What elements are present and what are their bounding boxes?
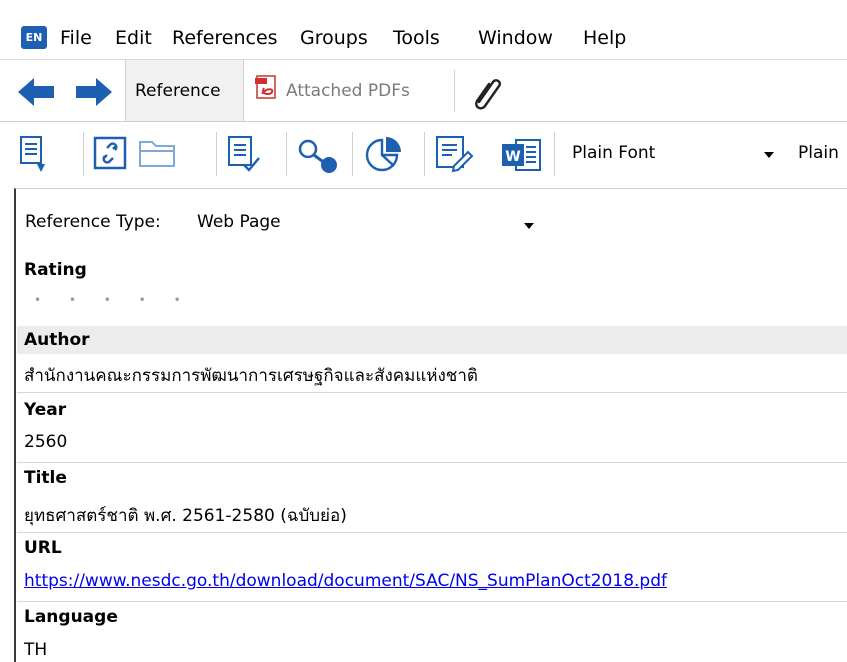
toolbar-separator bbox=[286, 132, 287, 176]
toolbar-separator bbox=[554, 132, 555, 176]
field-divider bbox=[17, 532, 847, 533]
language-field[interactable]: TH bbox=[24, 640, 47, 660]
field-divider bbox=[17, 462, 847, 463]
font-size-dropdown[interactable]: Plain bbox=[798, 143, 839, 163]
reference-type-arrow-icon[interactable] bbox=[524, 223, 534, 229]
menu-tools[interactable]: Tools bbox=[393, 24, 440, 52]
title-label: Title bbox=[24, 468, 67, 488]
insert-citation-icon[interactable] bbox=[20, 136, 48, 174]
toolbar-separator bbox=[352, 132, 353, 176]
app-logo-icon: EN bbox=[21, 26, 47, 49]
menu-edit[interactable]: Edit bbox=[115, 24, 152, 52]
svg-text:W: W bbox=[505, 149, 520, 165]
find-full-text-icon[interactable] bbox=[228, 136, 262, 174]
edit-reference-icon[interactable] bbox=[436, 136, 474, 174]
open-folder-icon[interactable] bbox=[138, 138, 178, 170]
menu-help[interactable]: Help bbox=[583, 24, 626, 52]
open-link-icon[interactable] bbox=[93, 136, 129, 172]
url-label: URL bbox=[24, 538, 62, 558]
rating-label: Rating bbox=[24, 260, 87, 280]
menu-window[interactable]: Window bbox=[478, 24, 553, 52]
url-link[interactable]: https://www.nesdc.go.th/download/documen… bbox=[24, 571, 667, 591]
reference-type-label: Reference Type: bbox=[25, 212, 161, 232]
paperclip-icon[interactable] bbox=[467, 72, 507, 112]
reference-type-dropdown[interactable]: Web Page bbox=[197, 212, 281, 232]
author-field[interactable]: สำนักงานคณะกรรมการพัฒนาการเศรษฐกิจและสัง… bbox=[24, 362, 478, 389]
font-dropdown-arrow-icon[interactable] bbox=[764, 152, 774, 158]
title-field[interactable]: ยุทธศาสตร์ชาติ พ.ศ. 2561-2580 (ฉบับย่อ) bbox=[24, 502, 347, 529]
search-online-icon[interactable] bbox=[296, 138, 342, 174]
menu-groups[interactable]: Groups bbox=[300, 24, 368, 52]
pdf-icon bbox=[255, 74, 276, 99]
tab-reference[interactable]: Reference bbox=[125, 60, 244, 121]
field-divider bbox=[17, 601, 847, 602]
word-document-icon[interactable]: W bbox=[500, 138, 544, 172]
back-arrow-icon[interactable] bbox=[18, 78, 54, 106]
tab-reference-label: Reference bbox=[135, 80, 221, 101]
menu-file[interactable]: File bbox=[60, 24, 92, 52]
font-dropdown-value: Plain Font bbox=[572, 143, 656, 163]
language-label: Language bbox=[24, 607, 118, 627]
author-header bbox=[17, 326, 847, 354]
pie-chart-icon[interactable] bbox=[364, 136, 406, 174]
author-label: Author bbox=[24, 330, 90, 350]
year-label: Year bbox=[24, 400, 67, 420]
toolbar-separator bbox=[424, 132, 425, 176]
rating-stars[interactable]: • • • • • bbox=[34, 293, 193, 307]
toolbar-separator bbox=[216, 132, 217, 176]
tab-separator bbox=[454, 70, 455, 112]
tab-attached-pdfs[interactable]: Attached PDFs bbox=[252, 60, 448, 121]
menu-references[interactable]: References bbox=[172, 24, 278, 52]
forward-arrow-icon[interactable] bbox=[76, 78, 112, 106]
tab-attached-pdfs-label: Attached PDFs bbox=[286, 80, 410, 101]
toolbar-separator bbox=[83, 132, 84, 176]
year-field[interactable]: 2560 bbox=[24, 432, 67, 452]
field-divider bbox=[17, 392, 847, 393]
